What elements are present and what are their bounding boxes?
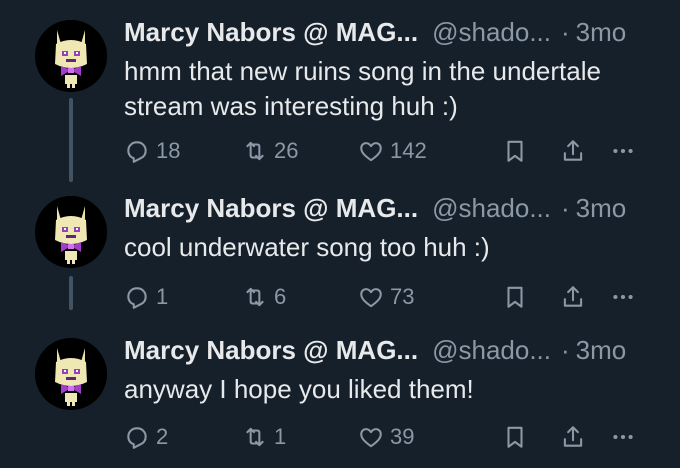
retweet-count: 1 (274, 424, 287, 449)
display-name[interactable]: Marcy Nabors @ MAG... (124, 17, 418, 47)
reply-count: 2 (156, 424, 169, 449)
tweet-thread: Marcy Nabors @ MAG... @shado... · 3mo hmm t… (0, 0, 680, 468)
bookmark-button[interactable] (502, 420, 528, 454)
share-icon (560, 284, 586, 310)
user-handle[interactable]: @shado... (432, 17, 551, 47)
reply-icon (124, 284, 150, 310)
bookmark-button[interactable] (502, 280, 528, 314)
retweet-button[interactable]: 1 (242, 420, 286, 454)
reply-icon (124, 138, 150, 164)
more-button[interactable] (610, 280, 636, 314)
retweet-button[interactable]: 6 (242, 280, 286, 314)
avatar[interactable] (35, 338, 107, 410)
retweet-icon (242, 138, 268, 164)
avatar-image (35, 196, 107, 268)
user-handle[interactable]: @shado... (432, 335, 551, 365)
retweet-button[interactable]: 26 (242, 134, 298, 168)
separator: · (561, 17, 570, 47)
more-button[interactable] (610, 134, 636, 168)
like-count: 142 (390, 138, 427, 163)
retweet-count: 26 (274, 138, 299, 163)
retweet-icon (242, 284, 268, 310)
avatar[interactable] (35, 196, 107, 268)
reply-button[interactable]: 18 (124, 134, 180, 168)
tweet-header: Marcy Nabors @ MAG... @shado... · 3mo (124, 334, 626, 366)
share-icon (560, 424, 586, 450)
reply-button[interactable]: 1 (124, 280, 168, 314)
bookmark-icon (502, 424, 528, 450)
retweet-count: 6 (274, 284, 287, 309)
like-button[interactable]: 142 (358, 134, 427, 168)
timestamp[interactable]: 3mo (576, 193, 627, 223)
reply-icon (124, 424, 150, 450)
more-icon (610, 138, 636, 164)
heart-icon (358, 424, 384, 450)
share-button[interactable] (560, 420, 586, 454)
more-button[interactable] (610, 420, 636, 454)
display-name[interactable]: Marcy Nabors @ MAG... (124, 335, 418, 365)
more-icon (610, 424, 636, 450)
tweet-header: Marcy Nabors @ MAG... @shado... · 3mo (124, 192, 626, 224)
timestamp[interactable]: 3mo (576, 335, 627, 365)
timestamp[interactable]: 3mo (576, 17, 627, 47)
reply-count: 1 (156, 284, 169, 309)
tweet-actions: 18 26 142 (124, 134, 664, 168)
bookmark-icon (502, 138, 528, 164)
reply-count: 18 (156, 138, 181, 163)
thread-connector-line (69, 98, 73, 182)
share-icon (560, 138, 586, 164)
like-button[interactable]: 73 (358, 280, 414, 314)
reply-button[interactable]: 2 (124, 420, 168, 454)
share-button[interactable] (560, 134, 586, 168)
avatar[interactable] (35, 20, 107, 92)
avatar-image (35, 20, 107, 92)
like-button[interactable]: 39 (358, 420, 414, 454)
share-button[interactable] (560, 280, 586, 314)
retweet-icon (242, 424, 268, 450)
bookmark-button[interactable] (502, 134, 528, 168)
avatar-image (35, 338, 107, 410)
separator: · (561, 193, 570, 223)
tweet-actions: 2 1 39 (124, 420, 664, 454)
like-count: 39 (390, 424, 415, 449)
user-handle[interactable]: @shado... (432, 193, 551, 223)
tweet-text: cool underwater song too huh :) (124, 232, 490, 262)
separator: · (561, 335, 570, 365)
like-count: 73 (390, 284, 415, 309)
tweet-text: anyway I hope you liked them! (124, 374, 474, 404)
display-name[interactable]: Marcy Nabors @ MAG... (124, 193, 418, 223)
tweet-header: Marcy Nabors @ MAG... @shado... · 3mo (124, 16, 626, 48)
heart-icon (358, 138, 384, 164)
heart-icon (358, 284, 384, 310)
more-icon (610, 284, 636, 310)
thread-connector-line (69, 276, 73, 310)
tweet-text: hmm that new ruins song in the undertale… (124, 56, 601, 121)
bookmark-icon (502, 284, 528, 310)
tweet-actions: 1 6 73 (124, 280, 664, 314)
